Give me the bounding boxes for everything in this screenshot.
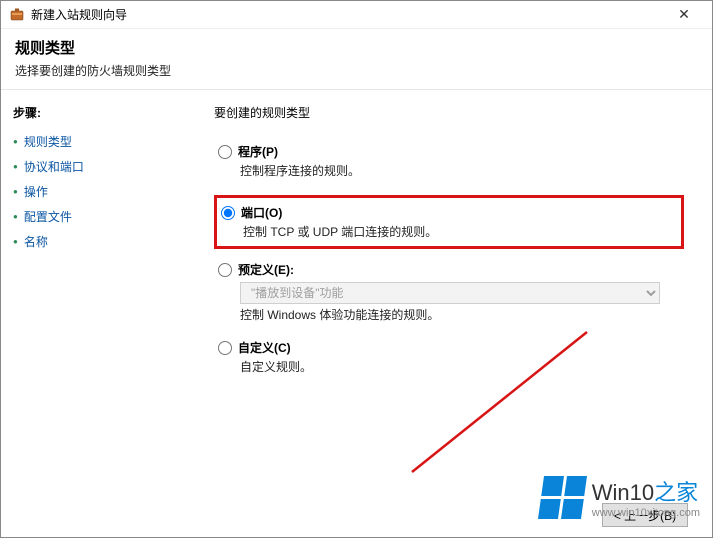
step-label: 协议和端口	[24, 158, 84, 175]
page-header: 规则类型 选择要创建的防火墙规则类型	[1, 29, 712, 89]
watermark-text: Win10之家 www.win10xitong.com	[592, 475, 700, 519]
radio-port-label[interactable]: 端口(O)	[221, 204, 677, 221]
radio-port[interactable]	[221, 206, 235, 220]
step-action[interactable]: 操作	[13, 179, 173, 204]
watermark: Win10之家 www.win10xitong.com	[541, 475, 700, 519]
radio-predefined-text: 预定义(E):	[238, 261, 294, 278]
radio-program-text: 程序(P)	[238, 143, 278, 160]
radio-predefined[interactable]	[218, 263, 232, 277]
desc-program: 控制程序连接的规则。	[240, 162, 684, 179]
radio-predefined-label[interactable]: 预定义(E):	[218, 261, 684, 278]
page-subtitle: 选择要创建的防火墙规则类型	[15, 62, 698, 79]
step-profile[interactable]: 配置文件	[13, 204, 173, 229]
radio-custom-text: 自定义(C)	[238, 339, 291, 356]
desc-port: 控制 TCP 或 UDP 端口连接的规则。	[243, 223, 677, 240]
main-panel: 要创建的规则类型 程序(P) 控制程序连接的规则。 端口(O) 控制 TCP 或…	[186, 90, 712, 497]
option-predefined: 预定义(E): "播放到设备"功能 控制 Windows 体验功能连接的规则。	[214, 261, 684, 323]
steps-list: 规则类型 协议和端口 操作 配置文件 名称	[13, 129, 173, 254]
step-label: 名称	[24, 233, 48, 250]
page-title: 规则类型	[15, 37, 698, 58]
watermark-line2: www.win10xitong.com	[592, 507, 700, 519]
step-label: 操作	[24, 183, 48, 200]
watermark-line1a: Win10	[592, 480, 654, 505]
windows-logo-icon	[538, 476, 587, 519]
radio-program-label[interactable]: 程序(P)	[218, 143, 684, 160]
app-icon	[9, 7, 25, 23]
option-port: 端口(O) 控制 TCP 或 UDP 端口连接的规则。	[214, 195, 684, 249]
close-button[interactable]: ✕	[664, 6, 704, 23]
option-custom: 自定义(C) 自定义规则。	[214, 339, 684, 375]
window-title: 新建入站规则向导	[31, 6, 664, 23]
radio-custom[interactable]	[218, 341, 232, 355]
desc-custom: 自定义规则。	[240, 358, 684, 375]
step-protocol-port[interactable]: 协议和端口	[13, 154, 173, 179]
select-predefined: "播放到设备"功能	[240, 282, 660, 304]
step-label: 规则类型	[24, 133, 72, 150]
step-label: 配置文件	[24, 208, 72, 225]
step-name[interactable]: 名称	[13, 229, 173, 254]
titlebar: 新建入站规则向导 ✕	[1, 1, 712, 29]
step-rule-type[interactable]: 规则类型	[13, 129, 173, 154]
radio-program[interactable]	[218, 145, 232, 159]
sidebar: 步骤: 规则类型 协议和端口 操作 配置文件 名称	[1, 90, 186, 497]
watermark-line1b: 之家	[654, 480, 698, 505]
steps-label: 步骤:	[13, 104, 173, 121]
option-program: 程序(P) 控制程序连接的规则。	[214, 143, 684, 179]
content: 步骤: 规则类型 协议和端口 操作 配置文件 名称 要创建的规则类型 程序(P)…	[1, 89, 712, 497]
question-label: 要创建的规则类型	[214, 104, 684, 121]
radio-port-text: 端口(O)	[241, 204, 282, 221]
radio-custom-label[interactable]: 自定义(C)	[218, 339, 684, 356]
desc-predefined: 控制 Windows 体验功能连接的规则。	[240, 306, 684, 323]
